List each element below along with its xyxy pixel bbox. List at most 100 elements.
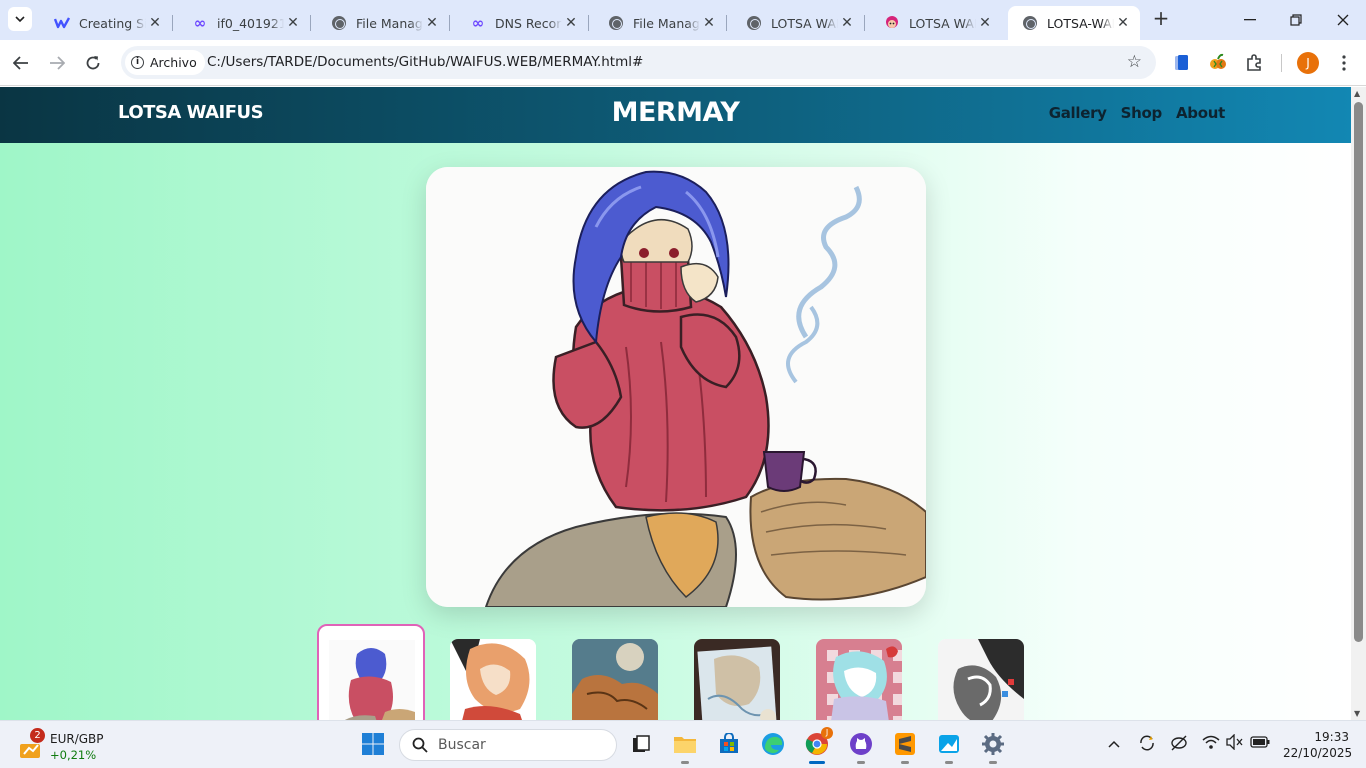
tab-strip: Creating Site ✕ ∞ if0_40192198 ✕ File Ma…: [0, 0, 1366, 40]
sublime-text-button[interactable]: [890, 729, 920, 764]
photos-icon: [939, 735, 959, 753]
scroll-down-arrow-icon[interactable]: ▼: [1354, 709, 1360, 718]
thumbnail-1[interactable]: [317, 624, 425, 720]
close-tab-icon[interactable]: ✕: [1114, 14, 1132, 32]
close-tab-icon[interactable]: ✕: [146, 14, 164, 32]
tab-search-button[interactable]: [8, 7, 32, 31]
system-clock[interactable]: 19:33 22/10/2025: [1283, 729, 1353, 761]
show-hidden-icons[interactable]: [1108, 736, 1120, 752]
chevron-down-icon: [15, 16, 25, 23]
featured-artwork-image[interactable]: [426, 167, 926, 607]
site-info-chip[interactable]: i Archivo: [125, 50, 205, 75]
search-icon: [412, 737, 428, 753]
wifi-icon[interactable]: [1202, 734, 1220, 754]
scroll-up-arrow-icon[interactable]: ▲: [1354, 89, 1360, 98]
github-icon: [850, 733, 872, 755]
chrome-button[interactable]: J: [802, 727, 833, 764]
chrome-profile-badge: J: [821, 727, 833, 739]
thumbnail-2[interactable]: [450, 639, 536, 720]
tab-file-manager[interactable]: File Manager ✕: [317, 6, 450, 40]
globe-icon: [1022, 15, 1038, 31]
waifu-icon: [884, 15, 900, 31]
windows-taskbar: 2 EUR/GBP +0,21% Buscar J 19:33 22/10/20…: [0, 720, 1366, 768]
page-viewport: LOTSA WAIFUS MERMAY Gallery Shop About: [0, 87, 1351, 720]
tab-creating-site[interactable]: Creating Site ✕: [40, 6, 173, 40]
site-nav: Gallery Shop About: [1049, 104, 1226, 122]
reload-button[interactable]: [80, 50, 106, 76]
network-off-icon[interactable]: [1170, 734, 1188, 756]
globe-icon: [331, 15, 347, 31]
folder-icon: [674, 737, 696, 753]
nav-shop-link[interactable]: Shop: [1121, 104, 1163, 122]
edge-icon: [762, 733, 784, 755]
back-button[interactable]: [8, 50, 34, 76]
close-tab-icon[interactable]: ✕: [700, 14, 718, 32]
currency-change: +0,21%: [50, 748, 97, 762]
thumbnail-strip: [317, 624, 1037, 720]
thumbnail-5[interactable]: [816, 639, 902, 720]
minimize-icon[interactable]: [1238, 8, 1262, 32]
bookmark-star-icon[interactable]: ☆: [1127, 52, 1142, 72]
nav-about-link[interactable]: About: [1176, 104, 1225, 122]
tab-lotsa-waifus[interactable]: LOTSA WAIFUS ✕: [732, 6, 865, 40]
close-tab-icon[interactable]: ✕: [423, 14, 441, 32]
edge-button[interactable]: [758, 729, 788, 759]
arrow-left-icon: [13, 56, 28, 70]
page-scrollbar[interactable]: ▲ ▼: [1351, 87, 1366, 720]
start-button[interactable]: [358, 729, 388, 759]
close-tab-icon[interactable]: ✕: [562, 14, 580, 32]
clock-date: 22/10/2025: [1283, 746, 1353, 760]
ms-store-button[interactable]: [714, 729, 744, 759]
taskbar-search[interactable]: Buscar: [399, 729, 617, 761]
weather-market-widget[interactable]: 2 EUR/GBP +0,21%: [16, 728, 126, 764]
sync-icon[interactable]: [1138, 734, 1156, 756]
browser-toolbar: i Archivo C:/Users/TARDE/Documents/GitHu…: [0, 40, 1366, 86]
extension-orange-icon[interactable]: [1207, 52, 1229, 74]
extensions-puzzle-icon[interactable]: [1243, 52, 1265, 74]
nav-gallery-link[interactable]: Gallery: [1049, 104, 1107, 122]
scrollbar-thumb[interactable]: [1354, 102, 1363, 642]
restore-icon[interactable]: [1284, 8, 1308, 32]
close-tab-icon[interactable]: ✕: [976, 14, 994, 32]
thumbnail-4[interactable]: [694, 639, 780, 720]
infinity-icon: ∞: [193, 14, 207, 32]
url-text[interactable]: C:/Users/TARDE/Documents/GitHub/WAIFUS.W…: [207, 54, 643, 70]
github-desktop-button[interactable]: [846, 729, 876, 764]
paint-button[interactable]: [934, 729, 964, 764]
thumbnail-2-image: [450, 639, 536, 720]
tab-lotsa-waifus-active[interactable]: LOTSA-WAIFUS ✕: [1008, 6, 1140, 40]
task-view-button[interactable]: [626, 729, 656, 759]
site-header: LOTSA WAIFUS MERMAY Gallery Shop About: [0, 87, 1351, 143]
close-tab-icon[interactable]: ✕: [838, 14, 856, 32]
file-explorer-button[interactable]: [670, 729, 700, 764]
thumbnail-1-image: [329, 640, 415, 720]
settings-button[interactable]: [978, 729, 1008, 764]
thumbnail-6[interactable]: [938, 639, 1024, 720]
battery-icon[interactable]: [1250, 735, 1270, 753]
thumbnail-5-image: [816, 639, 902, 720]
task-view-icon: [633, 735, 650, 752]
reading-list-icon[interactable]: [1171, 52, 1193, 74]
volume-muted-icon[interactable]: [1226, 733, 1244, 754]
address-bar[interactable]: i Archivo C:/Users/TARDE/Documents/GitHu…: [121, 46, 1156, 79]
new-tab-button[interactable]: +: [1150, 8, 1172, 30]
tab-if0[interactable]: ∞ if0_40192198 ✕: [178, 6, 311, 40]
arrow-right-icon: [50, 56, 65, 70]
close-window-icon[interactable]: [1331, 8, 1355, 32]
sublime-icon: [895, 733, 915, 755]
tab-file-manager-2[interactable]: File Manager ✕: [594, 6, 727, 40]
toolbar-divider: [1281, 54, 1282, 72]
close-tab-icon[interactable]: ✕: [284, 14, 302, 32]
menu-kebab-icon[interactable]: [1333, 52, 1355, 74]
webflow-icon: [54, 15, 70, 31]
infinity-icon: ∞: [471, 14, 485, 32]
forward-button[interactable]: [44, 50, 70, 76]
thumbnail-4-image: [694, 639, 780, 720]
thumbnail-3-image: [572, 639, 658, 720]
tab-lotsa-waifus-2[interactable]: LOTSA WAIFUS ✕: [870, 6, 1002, 40]
globe-icon: [746, 15, 762, 31]
tab-dns-records[interactable]: ∞ DNS Records ✕: [456, 6, 589, 40]
profile-avatar[interactable]: J: [1297, 52, 1319, 74]
info-icon: i: [131, 56, 144, 69]
thumbnail-3[interactable]: [572, 639, 658, 720]
